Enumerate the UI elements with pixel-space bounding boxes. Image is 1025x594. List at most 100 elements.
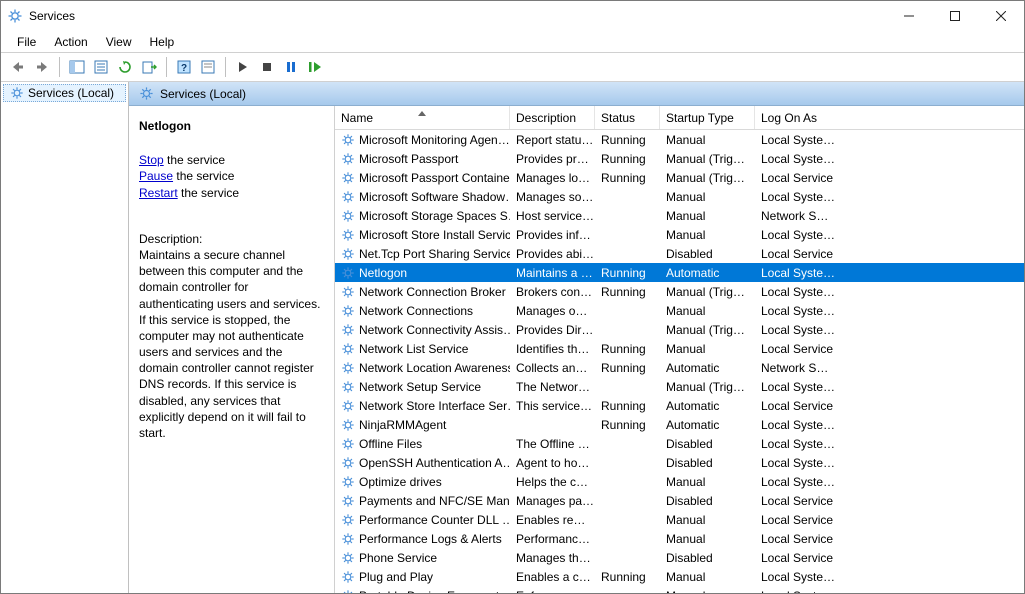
cell-startup: Manual xyxy=(660,532,755,546)
tree-item-services-local[interactable]: Services (Local) xyxy=(3,84,126,102)
service-row[interactable]: Microsoft Passport ContainerManages lo…R… xyxy=(335,168,1024,187)
service-icon xyxy=(341,190,355,204)
sort-ascending-icon xyxy=(418,105,426,119)
menu-file[interactable]: File xyxy=(8,33,45,51)
titlebar: Services xyxy=(1,1,1024,31)
cell-startup: Manual (Trig… xyxy=(660,323,755,337)
service-row[interactable]: Network ConnectionsManages o…ManualLocal… xyxy=(335,301,1024,320)
service-row[interactable]: Network Connection BrokerBrokers con…Run… xyxy=(335,282,1024,301)
service-row[interactable]: Net.Tcp Port Sharing ServiceProvides abi… xyxy=(335,244,1024,263)
cell-status: Running xyxy=(595,342,660,356)
pause-service-line: Pause the service xyxy=(139,168,324,184)
minimize-button[interactable] xyxy=(886,1,932,31)
service-name: OpenSSH Authentication A… xyxy=(359,456,510,470)
service-row[interactable]: Network Connectivity Assis…Provides Dir…… xyxy=(335,320,1024,339)
service-name: Network Setup Service xyxy=(359,380,481,394)
column-logon-as[interactable]: Log On As xyxy=(755,106,843,129)
description-text: Maintains a secure channel between this … xyxy=(139,247,324,441)
maximize-button[interactable] xyxy=(932,1,978,31)
cell-logon: Local Syste… xyxy=(755,152,843,166)
service-row[interactable]: Microsoft Store Install ServiceProvides … xyxy=(335,225,1024,244)
service-row[interactable]: Microsoft PassportProvides pr…RunningMan… xyxy=(335,149,1024,168)
cell-logon: Local Service xyxy=(755,551,843,565)
column-name[interactable]: Name xyxy=(335,106,510,129)
show-hide-tree-button[interactable] xyxy=(66,56,88,78)
properties-button[interactable] xyxy=(90,56,112,78)
menu-view[interactable]: View xyxy=(97,33,141,51)
cell-description: Manages pa… xyxy=(510,494,595,508)
app-icon xyxy=(7,8,23,24)
service-icon xyxy=(341,475,355,489)
stop-service-link[interactable]: Stop xyxy=(139,153,164,167)
cell-name: Network Connectivity Assis… xyxy=(335,323,510,337)
back-button[interactable] xyxy=(7,56,29,78)
cell-logon: Local Syste… xyxy=(755,323,843,337)
export-button[interactable] xyxy=(138,56,160,78)
cell-logon: Local Syste… xyxy=(755,304,843,318)
service-name: Performance Counter DLL … xyxy=(359,513,510,527)
service-row[interactable]: Network Location AwarenessCollects an…Ru… xyxy=(335,358,1024,377)
service-name: Microsoft Storage Spaces S… xyxy=(359,209,510,223)
cell-startup: Manual xyxy=(660,589,755,594)
pause-service-button[interactable] xyxy=(280,56,302,78)
help2-button[interactable] xyxy=(197,56,219,78)
start-service-button[interactable] xyxy=(232,56,254,78)
service-icon xyxy=(341,209,355,223)
forward-button[interactable] xyxy=(31,56,53,78)
service-row[interactable]: Optimize drivesHelps the c…ManualLocal S… xyxy=(335,472,1024,491)
service-row[interactable]: Offline FilesThe Offline …DisabledLocal … xyxy=(335,434,1024,453)
service-name: Network Connections xyxy=(359,304,473,318)
cell-logon: Local Syste… xyxy=(755,285,843,299)
stop-service-button[interactable] xyxy=(256,56,278,78)
service-icon xyxy=(341,266,355,280)
cell-startup: Manual xyxy=(660,304,755,318)
tree-icon xyxy=(10,86,24,100)
cell-name: Network Location Awareness xyxy=(335,361,510,375)
cell-startup: Manual xyxy=(660,342,755,356)
service-row[interactable]: Microsoft Storage Spaces S…Host service…… xyxy=(335,206,1024,225)
column-startup-type[interactable]: Startup Type xyxy=(660,106,755,129)
service-row[interactable]: Plug and PlayEnables a c…RunningManualLo… xyxy=(335,567,1024,586)
restart-service-link[interactable]: Restart xyxy=(139,186,178,200)
cell-name: Plug and Play xyxy=(335,570,510,584)
service-row[interactable]: Performance Logs & AlertsPerformanc…Manu… xyxy=(335,529,1024,548)
tree-item-label: Services (Local) xyxy=(28,86,114,100)
content-header: Services (Local) xyxy=(129,82,1024,106)
service-row[interactable]: OpenSSH Authentication A…Agent to ho…Dis… xyxy=(335,453,1024,472)
cell-logon: Local Syste… xyxy=(755,266,843,280)
restart-service-button[interactable] xyxy=(304,56,326,78)
refresh-button[interactable] xyxy=(114,56,136,78)
cell-name: Netlogon xyxy=(335,266,510,280)
column-status[interactable]: Status xyxy=(595,106,660,129)
pause-service-link[interactable]: Pause xyxy=(139,169,173,183)
service-row[interactable]: Phone ServiceManages th…DisabledLocal Se… xyxy=(335,548,1024,567)
service-name: Netlogon xyxy=(359,266,407,280)
cell-name: Microsoft Monitoring Agen… xyxy=(335,133,510,147)
service-icon xyxy=(341,342,355,356)
close-button[interactable] xyxy=(978,1,1024,31)
service-row[interactable]: Payments and NFC/SE Man…Manages pa…Disab… xyxy=(335,491,1024,510)
service-row[interactable]: NetlogonMaintains a …RunningAutomaticLoc… xyxy=(335,263,1024,282)
menu-help[interactable]: Help xyxy=(141,33,184,51)
service-row[interactable]: Performance Counter DLL …Enables rem…Man… xyxy=(335,510,1024,529)
service-row[interactable]: Portable Device Enumerator…Enforces gr…M… xyxy=(335,586,1024,593)
tree-panel: Services (Local) xyxy=(1,82,129,593)
content-header-label: Services (Local) xyxy=(160,87,246,101)
service-row[interactable]: Network Setup ServiceThe Networ…Manual (… xyxy=(335,377,1024,396)
cell-name: NinjaRMMAgent xyxy=(335,418,510,432)
cell-status: Running xyxy=(595,285,660,299)
cell-status: Running xyxy=(595,570,660,584)
service-row[interactable]: Microsoft Monitoring Agen…Report statu…R… xyxy=(335,130,1024,149)
cell-description: Performanc… xyxy=(510,532,595,546)
service-name: Optimize drives xyxy=(359,475,442,489)
column-description[interactable]: Description xyxy=(510,106,595,129)
service-icon xyxy=(341,361,355,375)
service-row[interactable]: Network List ServiceIdentifies th…Runnin… xyxy=(335,339,1024,358)
menu-action[interactable]: Action xyxy=(45,33,96,51)
service-row[interactable]: NinjaRMMAgentRunningAutomaticLocal Syste… xyxy=(335,415,1024,434)
list-body[interactable]: Microsoft Monitoring Agen…Report statu…R… xyxy=(335,130,1024,593)
service-name: Microsoft Software Shadow… xyxy=(359,190,510,204)
help-button[interactable]: ? xyxy=(173,56,195,78)
service-row[interactable]: Network Store Interface Ser…This service… xyxy=(335,396,1024,415)
service-row[interactable]: Microsoft Software Shadow…Manages so…Man… xyxy=(335,187,1024,206)
